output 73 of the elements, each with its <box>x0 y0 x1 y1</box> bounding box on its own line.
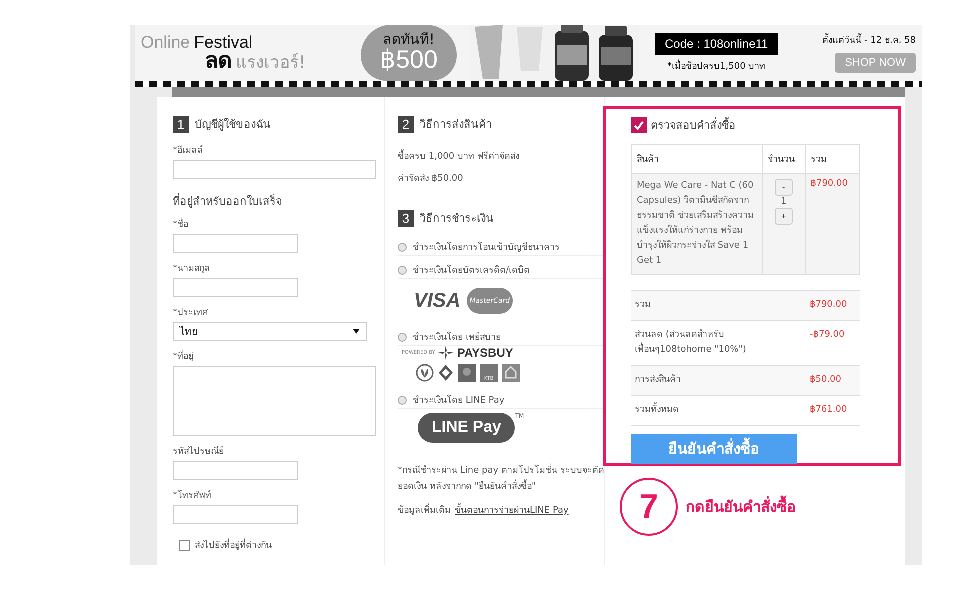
payment-option-label: ชำระเงินโดยการโอนเข้าบัญชีธนาคาร <box>413 240 560 254</box>
step-circle: 7 <box>620 478 678 536</box>
discount-title: ลดทันที! <box>383 32 435 48</box>
annotation-text: กดยืนยันคำสั่งซื้อ <box>686 495 796 519</box>
input-field[interactable] <box>173 160 376 179</box>
column-header: สินค้า <box>632 144 762 174</box>
summary-label: รวม <box>635 299 652 312</box>
payment-option-label: ชำระเงินโดย เพย์สบาย <box>413 330 501 344</box>
checkmark-icon <box>634 120 644 130</box>
field-label: *ชื่อ <box>173 219 384 231</box>
banner-text: ลด <box>205 50 232 72</box>
input-field[interactable] <box>173 234 298 253</box>
shipping-text: ค่าจัดส่ง ฿50.00 <box>398 173 464 185</box>
summary-value: ฿790.00 <box>810 299 848 312</box>
field-label: *ประเทศ <box>173 307 210 319</box>
payment-option-label: ชำระเงินโดยบัตรเครดิต/เดบิต <box>413 264 530 277</box>
radio-button[interactable] <box>398 396 407 404</box>
leaf-logo-icon <box>416 364 434 382</box>
radio-button[interactable] <box>398 242 407 252</box>
line-pay-logo: LINE Pay <box>418 413 516 443</box>
country-select[interactable]: ไทย <box>173 322 367 341</box>
step-number: 2 <box>398 116 414 132</box>
section-title: วิธีการส่งสินค้า <box>420 117 492 133</box>
decrease-button[interactable]: - <box>774 179 793 196</box>
bank-logo-icon <box>458 364 476 382</box>
step-number: 1 <box>173 116 189 132</box>
price-text: ฿790.00 <box>805 174 860 274</box>
field-label: *อีเมลล์ <box>173 145 204 157</box>
section-heading: ที่อยู่สำหรับออกใบเสร็จ <box>173 195 283 209</box>
summary-value: ฿761.00 <box>810 404 848 417</box>
product-name: Mega We Care - Nat C (60 Capsules) วิตามินซีสกัดจากธรรมชาติ ช่วยเสริมสร้างความแข็งแรงให้แก่ร่างกาย พร้อมบำรุงให้ผิวกระจ่างใส Save 1 Get 1 <box>632 174 762 274</box>
summary-label: ส่วนลด (ส่วนลดสำหรับเพื่อนๆ108tohome "10%") <box>635 328 748 357</box>
discount-amount: ฿500 <box>380 47 438 74</box>
promo-code: Code : 108online11 <box>655 33 778 55</box>
promo-condition: *เมื่อช้อปครบ1,500 บาท <box>668 59 766 73</box>
section-title: บัญชีผู้ใช้ของฉัน <box>195 117 271 133</box>
note-text: *กรณีชำระผ่าน Line pay ตามโปรโมชั่น ระบบจะตัดยอดเงิน หลังจากกด "ยืนยันคำสั่งซื้อ" <box>398 463 613 495</box>
summary-label: รวมทั้งหมด <box>635 403 765 418</box>
input-field[interactable] <box>173 505 298 524</box>
quantity-text: 1 <box>781 197 787 207</box>
banner-text: แรงเวอร์! <box>236 54 306 72</box>
visa-logo: VISA <box>414 290 461 312</box>
field-label: รหัสไปรษณีย์ <box>173 446 225 458</box>
checkbox[interactable] <box>179 540 190 550</box>
section-title: ตรวจสอบคำสั่งซื้อ <box>651 116 736 134</box>
dropdown-arrow-icon <box>353 329 360 334</box>
summary-value: ฿50.00 <box>810 374 842 387</box>
bank-logo-icon <box>502 364 520 382</box>
section-title: วิธีการชำระเงิน <box>420 211 494 227</box>
info-link[interactable]: ขั้นตอนการจ่ายผ่านLINE Pay <box>455 503 569 517</box>
checkbox[interactable] <box>631 117 647 133</box>
field-label: *ที่อยู่ <box>173 351 384 363</box>
step-number: 3 <box>398 210 414 226</box>
shipping-text: ซื้อครบ 1,000 บาท ฟรีค่าจัดส่ง <box>398 149 604 163</box>
field-label: *โทรศัพท์ <box>173 490 212 502</box>
input-field[interactable] <box>173 278 298 297</box>
checkbox-label: ส่งไปยังที่อยู่ที่ต่างกัน <box>195 538 272 552</box>
field-label: *นามสกุล <box>173 263 212 275</box>
address-field[interactable] <box>173 366 376 436</box>
payment-option-label: ชำระเงินโดย LINE Pay <box>413 394 505 407</box>
banner-text: Festival <box>194 34 253 50</box>
paysbuy-logo: PAYSBUY <box>457 346 514 360</box>
radio-button[interactable] <box>398 332 407 342</box>
radio-button[interactable] <box>398 266 407 274</box>
increase-button[interactable]: + <box>774 208 793 225</box>
info-label: ข้อมูลเพิ่มเติม <box>398 503 451 517</box>
promo-period: ตั้งแต่วันนี้ - 12 ธ.ค. 58 <box>822 33 916 47</box>
summary-value: -฿79.00 <box>810 329 846 342</box>
star-icon <box>438 346 454 360</box>
banner-text: Online <box>141 34 190 50</box>
summary-label: การส่งสินค้า <box>635 374 682 387</box>
diamond-logo-icon <box>438 364 454 382</box>
input-field[interactable] <box>173 461 298 480</box>
